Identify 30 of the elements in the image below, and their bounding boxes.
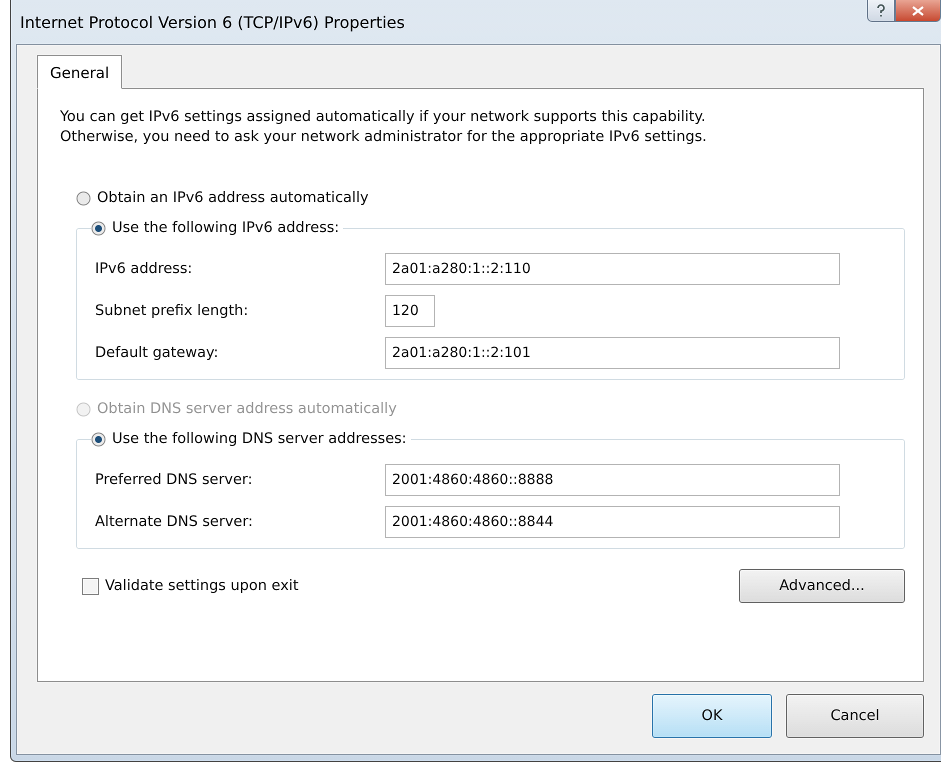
field-label: Default gateway: xyxy=(95,345,220,361)
dialog-button[interactable]: Cancel xyxy=(786,694,924,738)
option-label: Obtain DNS server address automatically xyxy=(97,401,397,417)
help-icon xyxy=(876,4,886,18)
checkbox-label: Validate settings upon exit xyxy=(105,578,298,594)
description-text: Otherwise, you need to ask your network administrator for the appropriate IPv6 settings. xyxy=(60,128,708,147)
option-label: Obtain an IPv6 address automatically xyxy=(97,190,369,206)
input-field[interactable]: 120 xyxy=(385,295,435,327)
tab[interactable]: General xyxy=(37,55,122,89)
input-field[interactable]: 2001:4860:4860::8888 xyxy=(385,464,840,496)
option-label: Use the following IPv6 address: xyxy=(112,220,340,236)
description-text: You can get IPv6 settings assigned automatically if your network supports this capability. xyxy=(60,108,707,127)
radio-button[interactable] xyxy=(76,190,91,206)
input-field[interactable]: 2a01:a280:1::2:110 xyxy=(385,253,840,285)
help-button[interactable] xyxy=(867,0,895,22)
dialog-button[interactable]: OK xyxy=(652,694,772,738)
close-icon xyxy=(912,6,924,16)
window-title: Internet Protocol Version 6 (TCP/IPv6) Properties xyxy=(20,12,405,32)
input-field[interactable]: 2a01:a280:1::2:101 xyxy=(385,337,840,369)
close-button[interactable] xyxy=(895,0,941,22)
radio-button[interactable] xyxy=(91,432,106,446)
input-field[interactable]: 2001:4860:4860::8844 xyxy=(385,506,840,538)
field-label: IPv6 address: xyxy=(95,261,194,277)
radio-button[interactable] xyxy=(91,220,106,236)
advanced-button[interactable]: Advanced... xyxy=(739,569,905,603)
option-label: Use the following DNS server addresses: xyxy=(112,431,407,447)
field-label: Preferred DNS server: xyxy=(95,472,254,488)
field-label: Subnet prefix length: xyxy=(95,303,250,319)
checkbox[interactable] xyxy=(82,578,99,594)
field-label: Alternate DNS server: xyxy=(95,514,254,530)
